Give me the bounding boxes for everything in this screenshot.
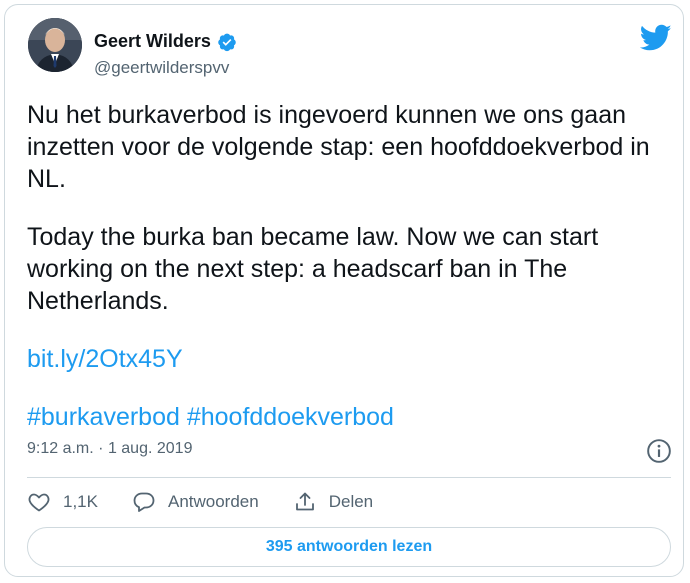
action-bar: 1,1K Antwoorden Delen [27,490,373,514]
share-icon [295,492,314,511]
reply-bubble-icon [133,492,155,512]
tweet-paragraph-dutch: Nu het burkaverbod is ingevoerd kunnen w… [27,101,650,193]
tweet-timestamp[interactable]: 9:12 a.m. · 1 aug. 2019 [27,440,192,458]
verified-badge-icon [218,33,236,51]
reply-button[interactable]: Antwoorden [132,490,259,514]
share-label: Delen [328,492,374,511]
tweet-time: 9:12 a.m. [27,440,94,457]
reply-label: Antwoorden [167,492,259,511]
info-icon[interactable] [646,438,672,464]
tweet-link[interactable]: bit.ly/2Otx45Y [27,345,183,373]
twitter-bird-icon[interactable] [640,24,672,52]
author-name-row: Geert Wilders [94,31,237,52]
tweet-text: Nu het burkaverbod is ingevoerd kunnen w… [27,99,672,433]
like-count: 1,1K [63,492,98,511]
tweet-card: Geert Wilders @geertwilderspvv Nu het bu… [4,4,684,577]
tweet-paragraph-english: Today the burka ban became law. Now we c… [27,223,599,315]
like-button[interactable]: 1,1K [27,490,98,514]
heart-icon [28,493,50,512]
tweet-date: 1 aug. 2019 [107,440,193,457]
share-button[interactable]: Delen [293,490,373,514]
read-replies-button[interactable]: 395 antwoorden lezen [27,527,671,567]
hashtag-burkaverbod[interactable]: #burkaverbod [27,403,180,431]
author-handle[interactable]: @geertwilderspvv [94,58,229,78]
meta-separator: · [98,440,104,457]
author-name[interactable]: Geert Wilders [94,31,211,52]
hashtag-hoofddoekverbod[interactable]: #hoofddoekverbod [187,403,394,431]
avatar[interactable] [28,18,82,72]
divider [27,477,671,478]
